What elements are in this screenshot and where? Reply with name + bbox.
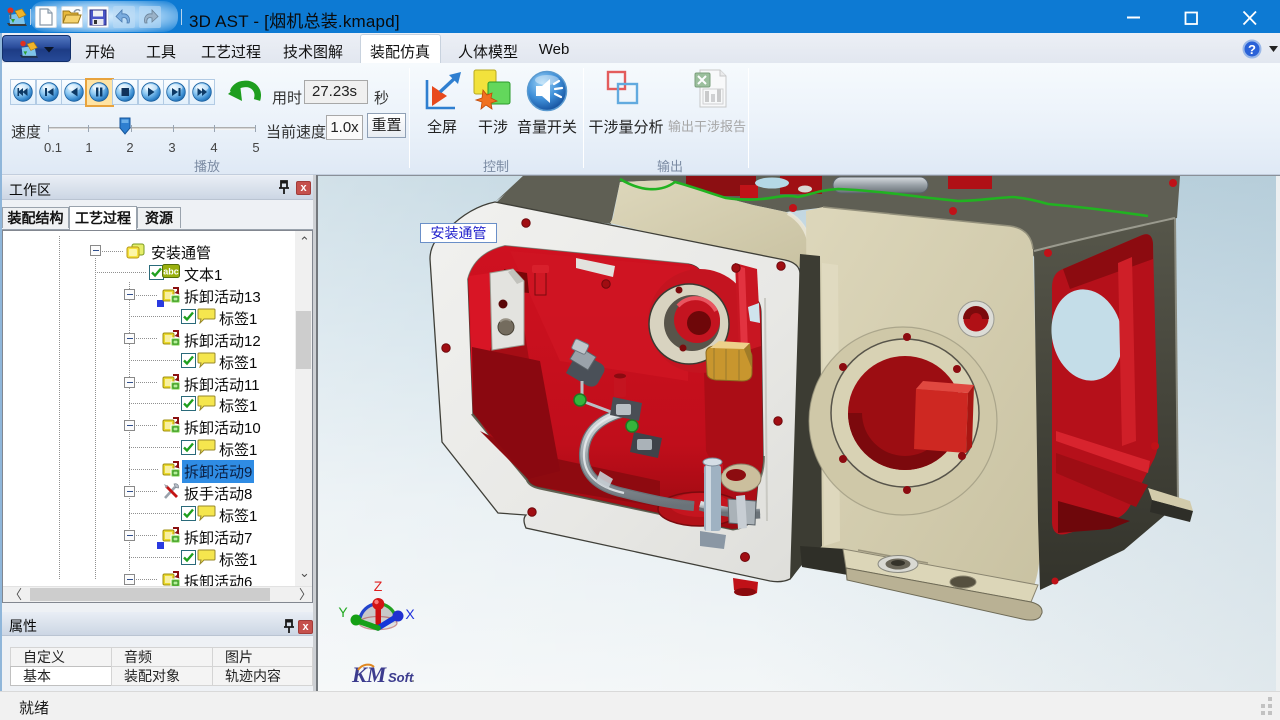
- svg-text:X: X: [405, 606, 415, 622]
- svg-text:?: ?: [1248, 42, 1256, 57]
- svg-text:KM: KM: [351, 662, 388, 687]
- svg-text:Soft: Soft: [388, 670, 414, 685]
- svg-text:Y: Y: [338, 604, 348, 620]
- svg-text:abc: abc: [163, 267, 179, 277]
- svg-text:Z: Z: [374, 579, 383, 594]
